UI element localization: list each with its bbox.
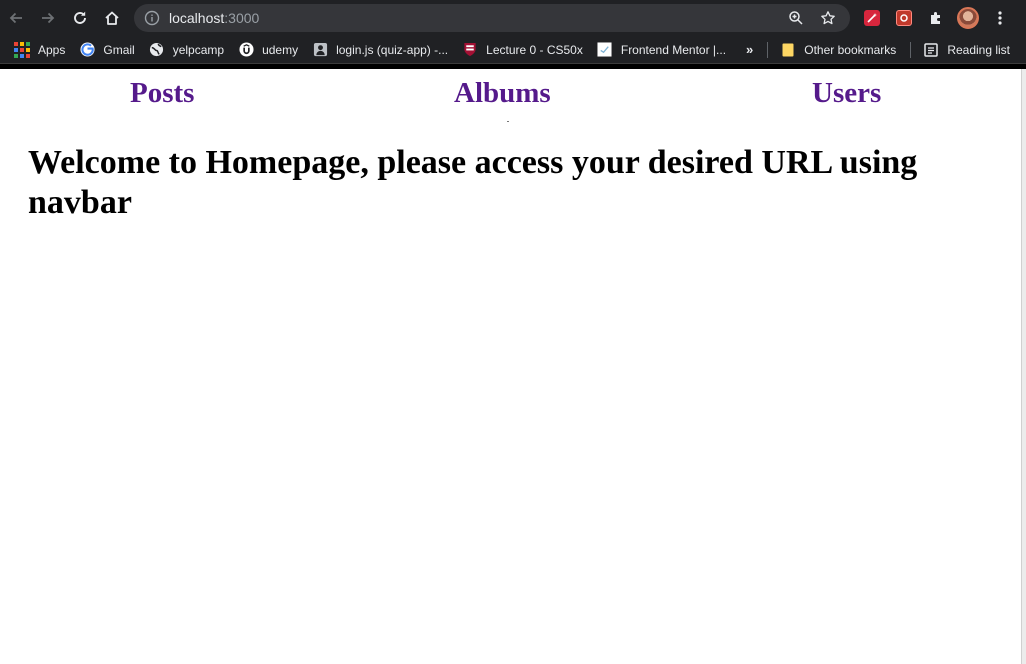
zoom-button[interactable] (780, 4, 812, 32)
bookmarks-overflow-button[interactable]: » (740, 36, 759, 64)
bookmark-udemy[interactable]: udemy (232, 36, 304, 64)
forward-button[interactable] (32, 0, 64, 36)
bookmark-label: login.js (quiz-app) -... (336, 42, 449, 57)
home-button[interactable] (96, 0, 128, 36)
bookmark-other-bookmarks[interactable]: Other bookmarks (774, 36, 902, 64)
reading-list-icon (923, 42, 939, 58)
nav-link-albums[interactable]: Albums (454, 77, 551, 110)
profile-button[interactable] (952, 0, 984, 36)
bookmarks-divider (910, 41, 912, 58)
zoom-icon (789, 11, 803, 25)
bookmark-label: Gmail (103, 42, 135, 57)
extension-2-button[interactable] (888, 0, 920, 36)
url-text: localhost:3000 (169, 10, 259, 26)
chevron-double-right-icon: » (746, 42, 754, 57)
url-host: localhost (169, 10, 225, 26)
site-navbar: Posts Albums Users (0, 69, 1020, 125)
bookmark-label: Other bookmarks (804, 42, 897, 57)
puzzle-icon (931, 12, 940, 24)
extensions-button[interactable] (920, 0, 952, 36)
person-icon (312, 42, 328, 58)
star-icon (821, 11, 835, 25)
extension-1-button[interactable] (856, 0, 888, 36)
gear-extension-icon (896, 10, 912, 26)
avatar (957, 7, 979, 29)
harvard-shield-icon (462, 42, 478, 58)
bookmark-frontend-mentor[interactable]: Frontend Mentor |... (591, 36, 732, 64)
bookmark-label: Reading list (947, 42, 1011, 57)
bookmark-label: yelpcamp (172, 42, 225, 57)
menu-button[interactable] (984, 0, 1016, 36)
nav-link-posts[interactable]: Posts (130, 77, 194, 110)
url-port: :3000 (224, 10, 260, 26)
reading-list-button[interactable]: Reading list (917, 36, 1016, 64)
window-edge (1021, 69, 1026, 664)
arrow-right-icon (42, 12, 55, 24)
udemy-icon (238, 42, 254, 58)
bookmark-cs50x[interactable]: Lecture 0 - CS50x (456, 36, 589, 64)
folder-icon (780, 42, 796, 58)
reload-icon (74, 11, 86, 24)
bookmark-apps[interactable]: Apps (8, 36, 71, 64)
globe-icon (149, 42, 165, 58)
info-icon[interactable] (144, 10, 160, 26)
bookmark-login-js[interactable]: login.js (quiz-app) -... (306, 36, 454, 64)
wand-extension-icon (864, 10, 880, 26)
arrow-left-icon (9, 12, 22, 24)
nav-link-users[interactable]: Users (812, 77, 881, 110)
frontend-mentor-icon (597, 42, 613, 58)
address-bar[interactable]: localhost:3000 (134, 4, 850, 32)
bookmark-label: udemy (262, 42, 299, 57)
page-title: Welcome to Homepage, please access your … (28, 144, 918, 221)
bookmark-label: Frontend Mentor |... (620, 42, 727, 57)
bookmark-yelpcamp[interactable]: yelpcamp (143, 36, 230, 64)
kebab-menu-icon (998, 11, 1002, 25)
bookmark-gmail[interactable]: Gmail (73, 36, 140, 64)
bookmark-star-button[interactable] (812, 4, 844, 32)
home-icon (105, 11, 119, 25)
extensions-area (856, 0, 1016, 36)
bookmark-label: Lecture 0 - CS50x (486, 42, 583, 57)
browser-toolbar: localhost:3000 (0, 0, 1026, 36)
bookmarks-divider (767, 41, 769, 58)
google-icon (79, 42, 95, 58)
apps-grid-icon (14, 41, 30, 58)
back-button[interactable] (0, 0, 32, 36)
reload-button[interactable] (64, 0, 96, 36)
navbar-dot (507, 121, 509, 122)
bookmark-label: Apps (38, 42, 66, 57)
bookmarks-bar: Apps Gmail yelpcamp udemy login.js (quiz… (0, 36, 1026, 64)
